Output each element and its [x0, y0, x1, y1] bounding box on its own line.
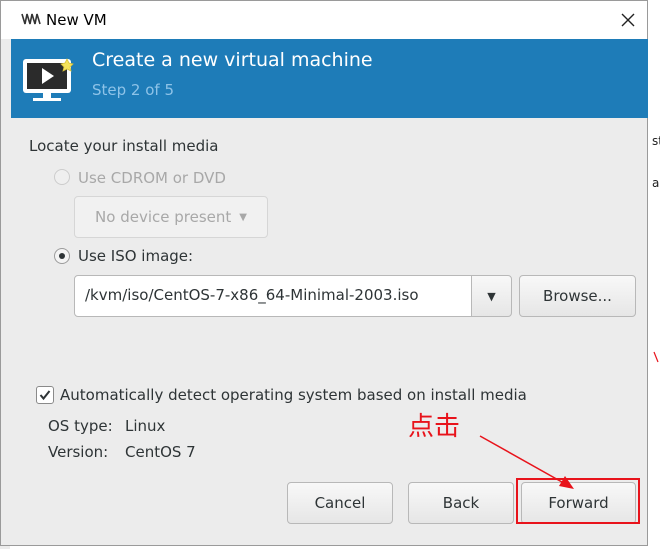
chevron-down-icon: ▼	[239, 211, 247, 223]
install-media-heading: Locate your install media	[29, 137, 219, 155]
close-icon	[621, 13, 635, 27]
auto-detect-checkbox[interactable]	[36, 386, 54, 404]
radio-selected-dot	[59, 253, 65, 259]
background-fragment: a	[652, 176, 660, 190]
chevron-down-icon: ▼	[487, 289, 496, 303]
version-value: CentOS 7	[125, 443, 196, 461]
virt-manager-icon	[21, 13, 41, 25]
back-button[interactable]: Back	[408, 482, 514, 524]
window-title: New VM	[46, 11, 107, 29]
title-bar: New VM	[1, 1, 647, 39]
wizard-header: Create a new virtual machine Step 2 of 5	[11, 39, 648, 118]
cdrom-radio[interactable]	[54, 169, 70, 185]
new-vm-dialog: New VM Create a new virtual machine Step…	[0, 0, 648, 546]
os-type-value: Linux	[125, 417, 166, 435]
forward-highlight-box	[516, 478, 640, 524]
os-type-label: OS type:	[48, 417, 113, 435]
iso-path-input[interactable]: /kvm/iso/CentOS-7-x86_64-Minimal-2003.is…	[74, 275, 472, 317]
browse-button[interactable]: Browse...	[519, 275, 636, 317]
checkmark-icon	[39, 390, 51, 401]
vm-monitor-icon	[23, 58, 74, 101]
iso-label: Use ISO image:	[78, 247, 194, 265]
cancel-button[interactable]: Cancel	[287, 482, 393, 524]
iso-radio[interactable]	[54, 248, 70, 264]
cdrom-device-value: No device present	[95, 208, 232, 226]
wizard-title: Create a new virtual machine	[92, 49, 373, 71]
close-button[interactable]	[613, 7, 643, 33]
iso-history-dropdown[interactable]: ▼	[471, 275, 512, 317]
cdrom-label: Use CDROM or DVD	[78, 169, 226, 187]
auto-detect-label: Automatically detect operating system ba…	[60, 386, 527, 404]
background-fragment: st	[652, 134, 660, 148]
wizard-step: Step 2 of 5	[92, 81, 175, 99]
background-window-right	[650, 0, 660, 549]
version-label: Version:	[48, 443, 109, 461]
cdrom-device-select[interactable]: No device present ▼	[74, 196, 268, 238]
click-annotation-text: 点击	[408, 412, 461, 442]
